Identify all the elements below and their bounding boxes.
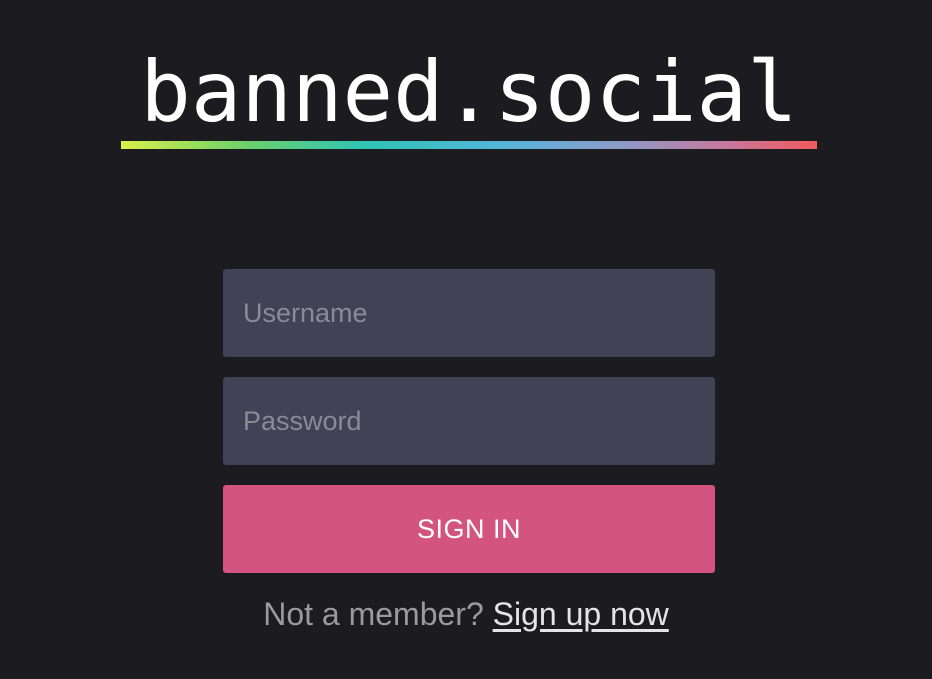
signup-row: Not a member? Sign up now bbox=[0, 592, 932, 636]
password-input[interactable] bbox=[223, 377, 715, 465]
signup-link[interactable]: Sign up now bbox=[493, 596, 669, 632]
sign-in-button[interactable]: SIGN IN bbox=[223, 485, 715, 573]
signup-prompt: Not a member? bbox=[263, 596, 484, 632]
rainbow-underline bbox=[121, 141, 817, 149]
brand-logo: banned.social bbox=[121, 43, 817, 149]
username-input[interactable] bbox=[223, 269, 715, 357]
login-form: SIGN IN bbox=[223, 269, 715, 573]
site-title: banned.social bbox=[140, 43, 798, 141]
